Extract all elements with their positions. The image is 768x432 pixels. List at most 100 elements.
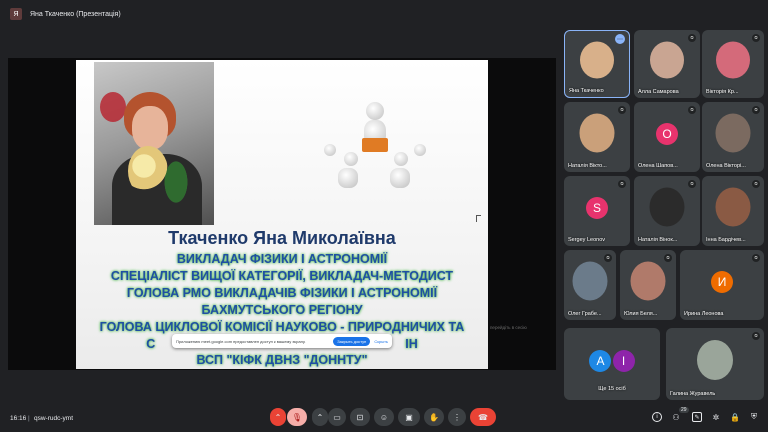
participant-tile[interactable]: ⦸ Юлия Беля... (620, 250, 676, 320)
separator: | (28, 414, 30, 422)
present-screen-button[interactable]: ▣ (398, 408, 420, 426)
stop-sharing-button[interactable]: Закрыть доступ (333, 336, 371, 346)
activities-icon[interactable]: ✲ (711, 412, 721, 422)
video-camera-icon: ▭ (333, 412, 341, 422)
mic-off-icon: ⦸ (688, 34, 696, 42)
participant-tile[interactable]: S ⦸ Sergey Leonov (564, 176, 630, 246)
info-icon[interactable]: i (652, 412, 662, 422)
participant-tile[interactable]: ⦸ Наталія Вінок... (634, 176, 700, 246)
participant-video (650, 41, 684, 79)
camera-button[interactable]: ▭ (328, 408, 346, 426)
participant-video (697, 339, 733, 380)
top-bar: Я Яна Ткаченко (Презентація) (0, 0, 768, 28)
stage-hint-text: перейдіть в сесію (490, 325, 527, 330)
participant-name: Інна Бардічев... (706, 237, 746, 243)
slide-line: ВИКЛАДАЧ ФІЗИКИ І АСТРОНОМІЇ (176, 252, 388, 266)
participant-video (715, 187, 751, 227)
participant-tile[interactable]: ⦸ Олег Грабе... (564, 250, 616, 320)
screen-share-banner: Приложению meet.google.com предоставлен … (172, 334, 392, 348)
more-vertical-icon: ⋮ (453, 412, 461, 422)
participant-grid: ⋯ Яна Ткаченко ⦸ Алла Самарова ⦸ Вікторія Кр.… (562, 28, 764, 404)
participant-name: Вікторія Кр... (706, 89, 739, 95)
presentation-title: Яна Ткаченко (Презентація) (30, 10, 121, 18)
participant-name: Яна Ткаченко (569, 88, 604, 94)
mouse-cursor-icon (476, 215, 481, 222)
participant-avatar: И (711, 271, 733, 294)
present-icon: ▣ (405, 412, 413, 422)
participant-tile[interactable]: О ⦸ Олена Шапов... (634, 102, 700, 172)
participant-video (716, 41, 750, 79)
participant-name: Юлия Беля... (624, 311, 658, 317)
participant-name: Галина Журавель (670, 391, 716, 397)
leave-call-button[interactable]: ☎ (470, 408, 496, 426)
mic-off-icon: ⦸ (604, 254, 612, 262)
participant-video (572, 261, 608, 301)
participant-video (579, 113, 615, 153)
participant-name: Олена Шапов... (638, 163, 678, 169)
microphone-off-button[interactable]: 🎙 (287, 408, 307, 426)
participant-tile[interactable]: ⦸ Олена Вікторі... (702, 102, 764, 172)
slide-line: ГОЛОВА РМО ВИКЛАДАЧІВ ФІЗИКИ І АСТРОНОМІ… (126, 286, 438, 300)
participant-name: Наталія Вінок... (638, 237, 678, 243)
participant-avatar: А (589, 350, 612, 373)
raise-hand-button[interactable]: ✋ (424, 408, 444, 426)
hide-banner-link[interactable]: Скрыть (374, 339, 388, 344)
mic-off-icon: ⦸ (618, 106, 626, 114)
chevron-up-icon: ⌃ (274, 412, 282, 422)
slide-name: Ткаченко Яна Миколаївна (168, 228, 396, 248)
hand-icon: ✋ (429, 412, 439, 422)
participant-tile[interactable]: ⦸ Галина Журавель (666, 328, 764, 400)
mic-off-icon: ⦸ (752, 34, 760, 42)
participant-name: Олег Грабе... (568, 311, 602, 317)
chevron-up-icon: ⌃ (316, 412, 324, 422)
participant-tile[interactable]: А І Ще 15 осіб (564, 328, 660, 400)
people-icon[interactable]: ⚇ (671, 412, 681, 422)
participant-name: Наталія Вікто... (568, 163, 607, 169)
reactions-button[interactable]: ☺ (374, 408, 394, 426)
more-options-button[interactable]: ⋮ (448, 408, 466, 426)
meeting-code: qsw-rudc-ymt (34, 414, 74, 422)
participant-tile[interactable]: ⦸ Вікторія Кр... (702, 30, 764, 98)
mic-off-icon: ⦸ (752, 106, 760, 114)
camera-options-button[interactable]: ⌃ (312, 408, 328, 426)
captions-icon: ⊡ (356, 412, 364, 422)
participant-name: Алла Самарова (638, 89, 679, 95)
reading-figures-illustration (314, 102, 434, 194)
participant-avatar: І (612, 350, 635, 373)
participant-tile[interactable]: ⋯ Яна Ткаченко (564, 30, 630, 98)
captions-button[interactable]: ⊡ (350, 408, 370, 426)
participant-video (630, 261, 666, 301)
mic-off-icon: 🎙 (291, 412, 303, 422)
share-banner-text: Приложению meet.google.com предоставлен … (176, 338, 306, 344)
slide-line: ВСП "КІФК ДВНЗ "ДОННТУ" (196, 353, 368, 367)
mic-off-icon: ⦸ (688, 106, 696, 114)
clock-time: 16:16 (10, 414, 27, 422)
mic-off-icon: ⦸ (752, 332, 760, 340)
participant-avatar: S (586, 197, 608, 220)
participant-tile[interactable]: ⦸ Алла Самарова (634, 30, 700, 98)
slide-line: СПЕЦІАЛІСТ ВИЩОЇ КАТЕГОРІЇ, ВИКЛАДАЧ-МЕТ… (110, 269, 454, 283)
participant-avatar: О (656, 123, 678, 146)
participant-name: Ирина Леонова (684, 311, 724, 317)
slide-line: ГОЛОВА ЦИКЛОВОЇ КОМІСІЇ НАУКОВО - ПРИРОД… (99, 320, 465, 334)
shield-icon[interactable]: ⛨ (749, 412, 759, 422)
participant-name: Sergey Leonov (568, 237, 605, 243)
participant-tile[interactable]: ⦸ Інна Бардічев... (702, 176, 764, 246)
participant-video (649, 187, 685, 227)
participant-video (715, 113, 751, 153)
more-dots-icon[interactable]: ⋯ (615, 34, 625, 44)
participant-name: Олена Вікторі... (706, 163, 746, 169)
host-controls-icon[interactable]: 🔒 (730, 412, 740, 422)
mic-off-icon: ⦸ (618, 180, 626, 188)
mic-options-button[interactable]: ⌃ (270, 408, 286, 426)
presenter-avatar: Я (10, 8, 22, 20)
participant-tile[interactable]: ⦸ Наталія Вікто... (564, 102, 630, 172)
speaker-photo (94, 62, 214, 225)
participant-name: Ще 15 осіб (598, 386, 626, 392)
emoji-icon: ☺ (379, 412, 389, 422)
participant-tile[interactable]: И ⦸ Ирина Леонова (680, 250, 764, 320)
mic-off-icon: ⦸ (664, 254, 672, 262)
phone-hangup-icon: ☎ (478, 412, 488, 422)
mic-off-icon: ⦸ (752, 254, 760, 262)
chat-icon[interactable]: ✎ (692, 412, 702, 422)
